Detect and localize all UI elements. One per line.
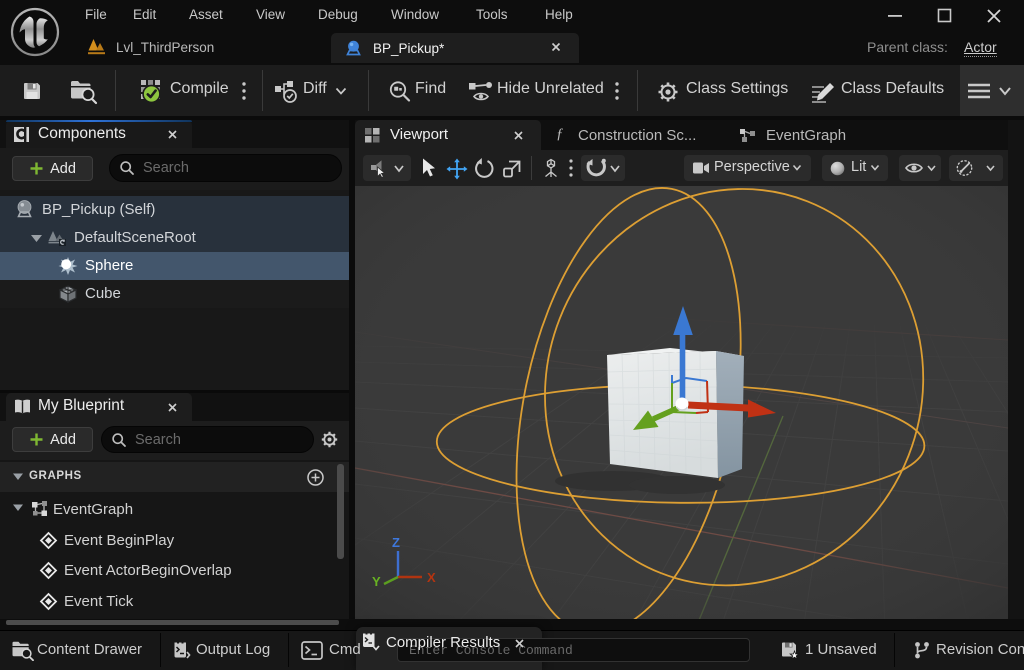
svg-text:X: X xyxy=(427,570,436,585)
svg-text:Z: Z xyxy=(392,535,400,550)
svg-text:Y: Y xyxy=(372,574,381,589)
